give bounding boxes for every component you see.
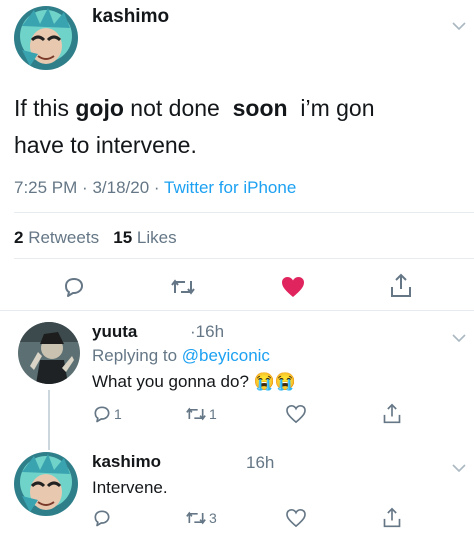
retweets-stat[interactable]: 2 Retweets [14,228,104,247]
tweet-text-line-1: If this gojo not done soon i’m gon [14,90,464,127]
tweet-meta: 7:25 PM · 3/18/20 · Twitter for iPhone [14,178,296,198]
share-icon [383,507,401,528]
tweet-stats: 2 Retweets 15 Likes [14,228,177,248]
tweet-text: If this gojo not done soon i’m gon have … [14,90,464,164]
like-button[interactable] [286,509,306,527]
share-button[interactable] [382,403,402,425]
reply-text: Intervene. [92,478,168,497]
meta-separator: · [82,178,88,197]
author-name[interactable]: kashimo [92,6,169,28]
retweet-button[interactable] [170,275,196,299]
reply-author-name[interactable]: kashimo [92,452,161,472]
divider [0,310,474,311]
likes-count: 15 [113,228,133,247]
meta-separator: · [153,178,160,197]
chevron-down-icon[interactable] [452,18,466,34]
reply-text: What you gonna do? 😭😭 [92,372,296,391]
share-button[interactable] [389,273,413,299]
retweet-icon [171,279,195,295]
replying-to-prefix: Replying to [92,346,178,365]
like-button[interactable] [286,405,306,423]
divider [14,212,474,213]
heart-outline-icon [286,405,306,423]
retweets-label: Retweets [28,228,100,247]
tweet-text-part1: If this [14,95,69,121]
tweet-time: 7:25 PM [14,178,78,197]
tweet-date: 3/18/20 [92,178,150,197]
avatar[interactable] [14,6,78,70]
tweet-text-part3: i’m gon [300,95,375,121]
reply-button[interactable] [92,508,112,528]
reply-button[interactable] [62,275,86,299]
heart-outline-icon [286,509,306,527]
chevron-down-icon[interactable] [452,460,466,478]
replying-to: Replying to @beyiconic [92,346,270,366]
reply-icon [94,510,110,527]
share-button[interactable] [382,507,402,529]
divider [14,258,474,259]
likes-stat[interactable]: 15 Likes [113,228,176,247]
tweet-word-soon: soon [232,95,288,121]
thread-line [48,390,50,450]
reply-button[interactable]: 1 [92,404,122,424]
tweet-text-line-2: have to intervene. [14,132,197,158]
tweet-word-gojo: gojo [75,95,124,121]
avatar[interactable] [18,322,80,384]
reply-author-name[interactable]: yuuta [92,322,137,342]
share-icon [383,403,401,424]
reply-icon [65,278,83,297]
avatar[interactable] [14,452,78,516]
share-icon [391,273,411,297]
retweet-count: 3 [209,510,217,526]
reply-time: ·16h [190,322,225,341]
retweet-button[interactable]: 3 [185,508,217,528]
retweet-icon [186,407,206,421]
replying-to-handle[interactable]: @beyiconic [182,346,270,365]
reply-icon [94,406,110,423]
retweet-count: 1 [209,406,217,422]
reply-time: 16h [246,453,275,472]
like-button[interactable] [281,276,305,298]
tweet-source-link[interactable]: Twitter for iPhone [164,178,296,197]
chevron-down-icon[interactable] [452,330,466,348]
retweets-count: 2 [14,228,24,247]
retweet-button[interactable]: 1 [185,404,217,424]
tweet-text-part2: not done [130,95,220,121]
likes-label: Likes [136,228,177,247]
heart-icon [282,277,304,297]
retweet-icon [186,511,206,525]
reply-count: 1 [114,406,122,422]
